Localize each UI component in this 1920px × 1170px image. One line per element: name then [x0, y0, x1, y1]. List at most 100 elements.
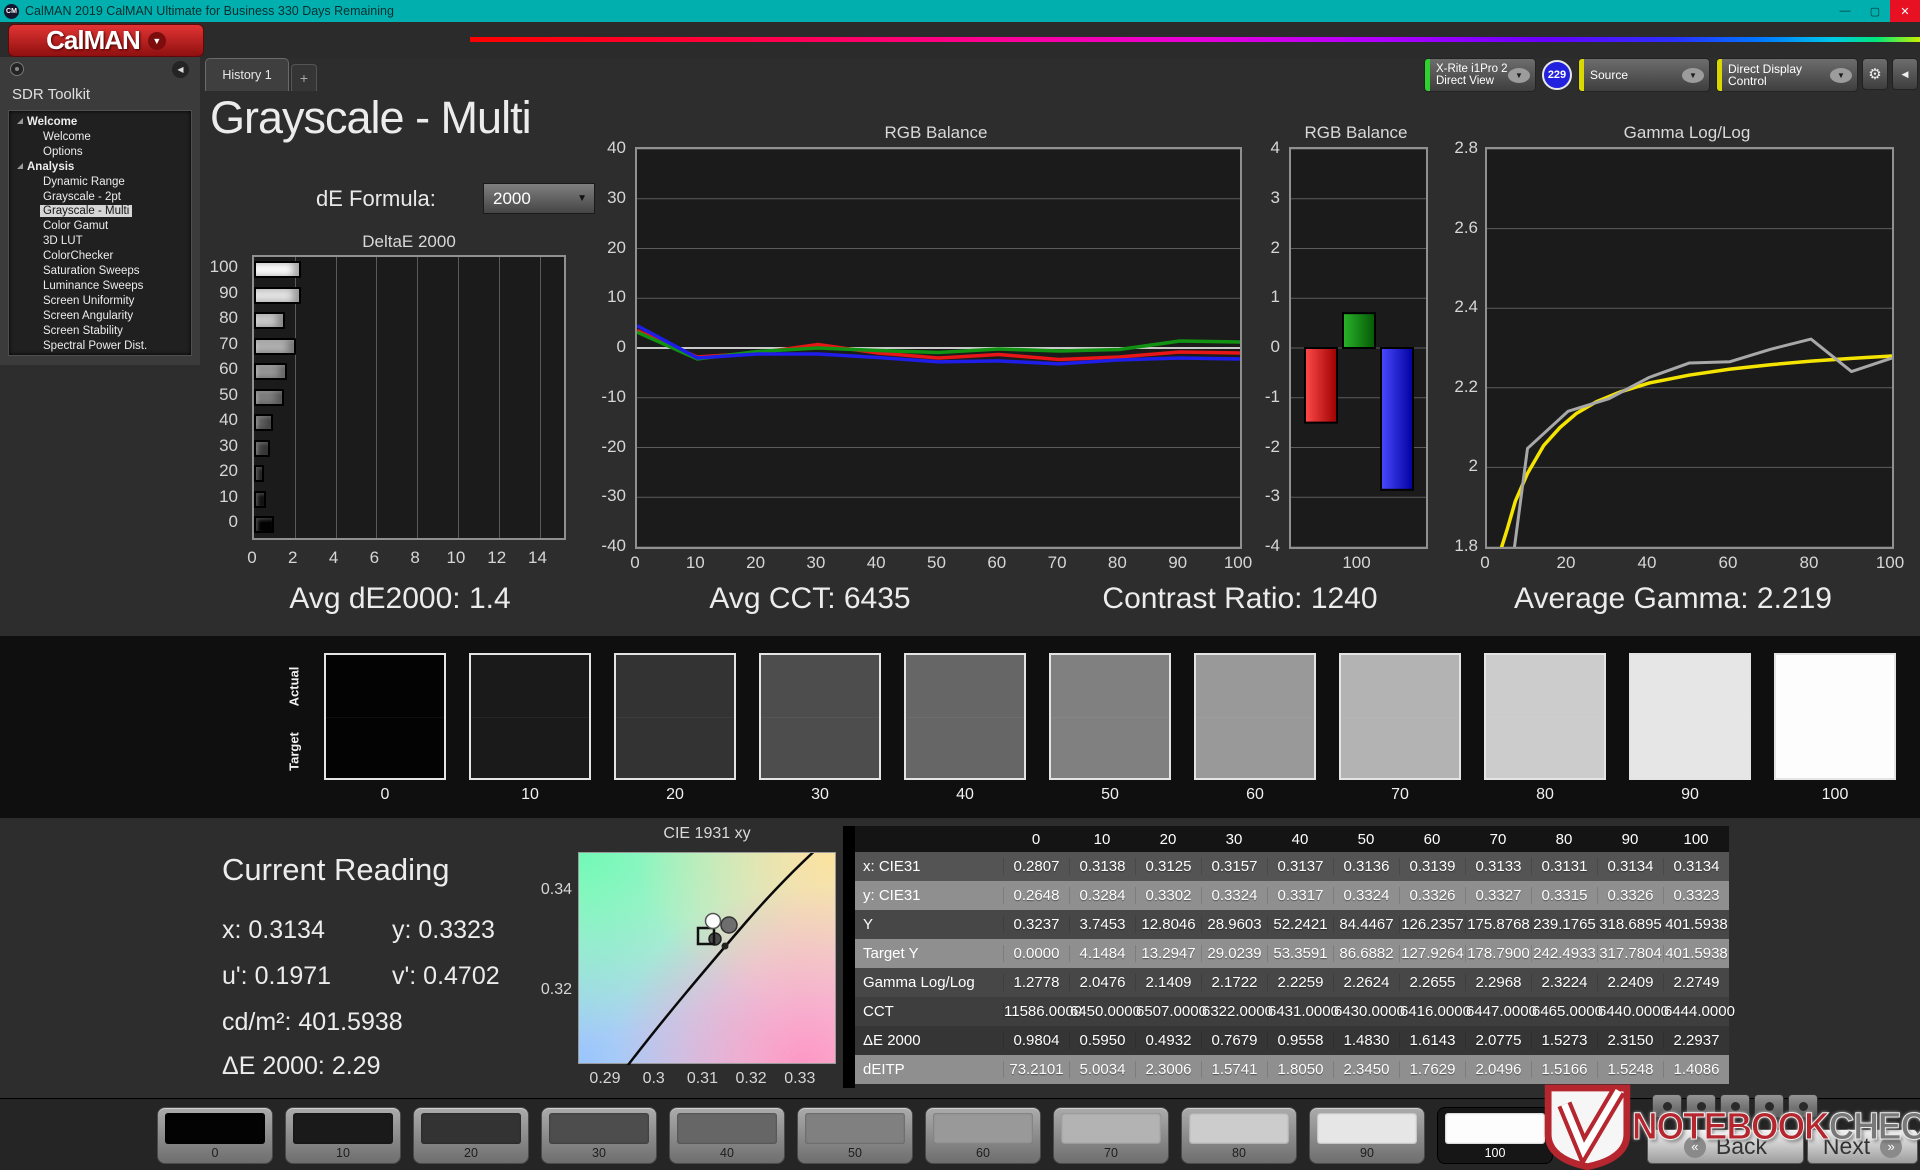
add-tab-button[interactable]: +	[291, 64, 317, 91]
pattern-control-button[interactable]	[1652, 1094, 1682, 1118]
rgb-bar-y-axis: 4 3 2 1 0 -1 -2 -3 -4	[1248, 138, 1280, 555]
back-button[interactable]: « Back	[1647, 1129, 1804, 1164]
actual-patch	[1341, 655, 1459, 717]
swatch-level-label: 30	[811, 786, 829, 803]
table-cell: 6430.0000	[1333, 1003, 1405, 1020]
sidebar-item-color-gamut[interactable]: Color Gamut	[9, 219, 191, 234]
table-cell: 6416.0000	[1399, 1003, 1471, 1020]
sidebar-section-analysis[interactable]: Analysis	[9, 160, 191, 175]
next-button[interactable]: Next »	[1807, 1129, 1918, 1164]
tick-label: 30	[607, 187, 626, 207]
deltae-bar-100	[254, 261, 301, 278]
table-cell: 0.3125	[1135, 858, 1201, 875]
pattern-control-button[interactable]	[1754, 1094, 1784, 1118]
pattern-tile-40[interactable]: 40	[669, 1107, 785, 1164]
tick-label: 0.33	[784, 1070, 816, 1087]
sidebar-item-screen-angularity[interactable]: Screen Angularity	[9, 309, 191, 324]
actual-patch	[906, 655, 1024, 717]
sidebar-item-luminance-sweeps[interactable]: Luminance Sweeps	[9, 279, 191, 294]
pattern-tile-100[interactable]: 100	[1437, 1107, 1553, 1164]
pattern-tile-80[interactable]: 80	[1181, 1107, 1297, 1164]
next-arrow-icon: »	[1880, 1135, 1903, 1158]
source-dropdown[interactable]: Source ▼	[1578, 58, 1710, 92]
sidebar-item-dynamic-range[interactable]: Dynamic Range	[9, 175, 191, 190]
pattern-tile-90[interactable]: 90	[1309, 1107, 1425, 1164]
settings-button[interactable]: ⚙	[1862, 58, 1888, 90]
sidebar-item-grayscale-multi[interactable]: Grayscale - Multi	[9, 204, 191, 219]
sidebar-section-welcome[interactable]: Welcome	[9, 115, 191, 130]
stat-avg-cct: Avg CCT: 6435	[709, 582, 911, 615]
grayscale-swatch-50	[1049, 653, 1171, 780]
pattern-control-button[interactable]	[1720, 1094, 1750, 1118]
meter-count-badge[interactable]: 229	[1542, 60, 1572, 90]
sidebar-item-spectral-power-dist-[interactable]: Spectral Power Dist.	[9, 339, 191, 354]
sidebar-item-screen-stability[interactable]: Screen Stability	[9, 324, 191, 339]
table-cell: 0.3237	[1003, 916, 1069, 933]
table-cell: 86.6882	[1333, 945, 1399, 962]
grayscale-swatch-strip: Actual Target 0 10 20 30 40 50 60 70 80 90 100	[0, 636, 1920, 818]
table-cell: 1.5273	[1531, 1032, 1597, 1049]
gridline	[335, 257, 337, 538]
de-formula-value: 2000	[493, 188, 531, 208]
swatch-level-label: 40	[956, 786, 974, 803]
cie-chart-title: CIE 1931 xy	[663, 825, 751, 842]
tick-label: -1	[1264, 386, 1280, 406]
sidebar-item-screen-uniformity[interactable]: Screen Uniformity	[9, 294, 191, 309]
sidebar-collapse-button[interactable]: ◀	[172, 61, 189, 78]
display-control-dropdown[interactable]: Direct Display Control ▼	[1716, 58, 1858, 92]
pattern-tile-label: 30	[592, 1146, 606, 1160]
meter-dropdown[interactable]: X-Rite i1Pro 2 Direct View ▼	[1424, 58, 1536, 92]
pattern-tile-70[interactable]: 70	[1053, 1107, 1169, 1164]
sidebar-item-saturation-sweeps[interactable]: Saturation Sweeps	[9, 264, 191, 279]
control-dot-icon	[1764, 1101, 1774, 1111]
chevron-down-icon: ▼	[147, 31, 166, 50]
tick-label: -3	[1264, 486, 1280, 506]
row-label: dEITP	[863, 1061, 905, 1078]
sidebar-item-welcome[interactable]: Welcome	[9, 130, 191, 145]
table-row-y-cie31: y: CIE31 0.2648 0.3284 0.3302 0.3324 0.3317 0.…	[855, 881, 1729, 910]
pattern-control-button[interactable]	[1788, 1094, 1818, 1118]
table-cell: 0.3317	[1267, 887, 1333, 904]
table-cell: 2.0775	[1465, 1032, 1531, 1049]
table-column-header: 100	[1683, 830, 1709, 848]
control-dot-icon	[1730, 1101, 1740, 1111]
sidebar-item-options[interactable]: Options	[9, 145, 191, 160]
sidebar-item-grayscale-2pt[interactable]: Grayscale - 2pt	[9, 190, 191, 205]
tick-label: 2.6	[1454, 217, 1478, 237]
sidebar-item-3d-lut[interactable]: 3D LUT	[9, 234, 191, 249]
pattern-swatch	[1189, 1113, 1289, 1144]
pattern-tile-0[interactable]: 0	[157, 1107, 273, 1164]
table-cell: 0.3327	[1465, 887, 1531, 904]
rgb-line-chart-title: RGB Balance	[884, 123, 988, 142]
tick-label: 40	[866, 553, 886, 572]
tick-label: -20	[601, 436, 626, 456]
target-patch	[761, 716, 879, 778]
actual-patch	[1631, 655, 1749, 717]
sidebar-item-colorchecker[interactable]: ColorChecker	[9, 249, 191, 264]
table-cell: 1.4830	[1333, 1032, 1399, 1049]
pattern-window-button[interactable]	[1563, 1110, 1601, 1160]
pattern-tile-50[interactable]: 50	[797, 1107, 913, 1164]
workflow-dot-icon[interactable]	[10, 62, 24, 76]
calman-menu-button[interactable]: CalMAN ▼	[8, 24, 204, 57]
pattern-tile-60[interactable]: 60	[925, 1107, 1041, 1164]
tick-label: 10	[219, 486, 238, 506]
pattern-tile-10[interactable]: 10	[285, 1107, 401, 1164]
collapse-panel-button[interactable]: ◀	[1892, 58, 1918, 90]
table-cell: 0.0000	[1003, 945, 1069, 962]
maximize-button[interactable]: ▢	[1860, 0, 1890, 22]
table-cell: 1.6143	[1399, 1032, 1465, 1049]
table-cell: 401.5938	[1663, 945, 1729, 962]
table-cell: 0.3302	[1135, 887, 1201, 904]
rgb-line-y-axis: 40 30 20 10 0 -10 -20 -30 -40	[578, 138, 626, 555]
reading-luminance: cd/m²: 401.5938	[222, 1008, 403, 1036]
pattern-tile-30[interactable]: 30	[541, 1107, 657, 1164]
pattern-control-button[interactable]	[1686, 1094, 1716, 1118]
pattern-tile-20[interactable]: 20	[413, 1107, 529, 1164]
back-label: Back	[1715, 1133, 1768, 1159]
minimize-button[interactable]: —	[1830, 0, 1860, 22]
table-cell: 0.3131	[1531, 858, 1597, 875]
table-cell: 175.8768	[1465, 916, 1531, 933]
close-button[interactable]: ✕	[1890, 0, 1920, 22]
tab-history-1[interactable]: History 1	[205, 58, 289, 91]
